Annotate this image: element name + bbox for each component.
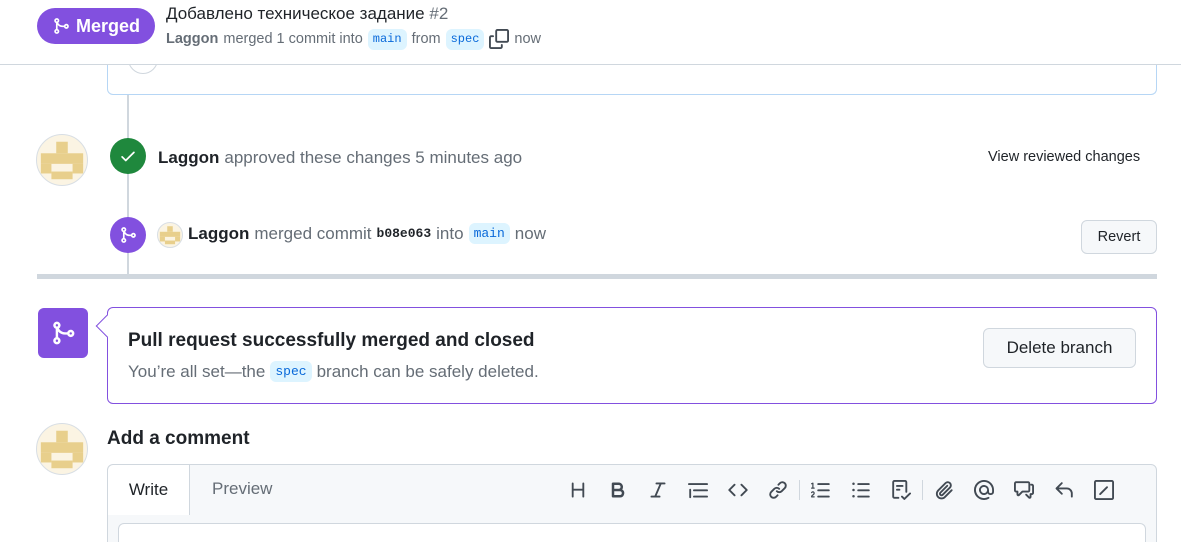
heading-icon[interactable] bbox=[558, 477, 598, 503]
italic-icon[interactable] bbox=[638, 477, 678, 503]
comment-textarea[interactable] bbox=[118, 523, 1146, 542]
merged-event-icon bbox=[110, 217, 146, 253]
tab-preview[interactable]: Preview bbox=[212, 479, 272, 499]
merge-desc-branch[interactable]: spec bbox=[270, 361, 312, 382]
revert-button[interactable]: Revert bbox=[1081, 220, 1157, 254]
quote-icon[interactable] bbox=[678, 477, 718, 503]
commit-sha[interactable]: b08e063 bbox=[377, 226, 432, 241]
merged-commit-text: merged commit bbox=[254, 223, 372, 243]
header-time: now bbox=[514, 31, 542, 47]
merge-status-title: Pull request successfully merged and clo… bbox=[128, 330, 535, 351]
avatar[interactable] bbox=[36, 423, 88, 475]
avatar[interactable] bbox=[157, 222, 183, 248]
base-branch[interactable]: main bbox=[367, 28, 407, 50]
merged-text: merged 1 commit into bbox=[223, 31, 363, 47]
merged-author[interactable]: Laggon bbox=[188, 224, 249, 244]
merge-status-description: You’re all set—the spec branch can be sa… bbox=[128, 361, 539, 382]
task-list-icon[interactable] bbox=[881, 477, 921, 503]
git-merge-icon bbox=[54, 18, 69, 34]
merged-event: Laggon merged commit b08e063 into main n… bbox=[188, 223, 546, 244]
merge-desc-before: You’re all set—the bbox=[128, 361, 266, 381]
tab-write[interactable]: Write bbox=[108, 465, 190, 515]
merged-time: now bbox=[514, 223, 546, 243]
code-icon[interactable] bbox=[718, 477, 758, 503]
pr-title-text: Добавлено техническое задание bbox=[166, 4, 425, 23]
pr-number: #2 bbox=[429, 4, 449, 23]
git-merge-icon bbox=[53, 321, 75, 345]
copy-icon[interactable] bbox=[489, 29, 510, 49]
bold-icon[interactable] bbox=[598, 477, 638, 503]
attach-icon[interactable] bbox=[924, 477, 964, 503]
merged-branch[interactable]: main bbox=[468, 223, 510, 244]
add-comment-heading: Add a comment bbox=[107, 428, 250, 449]
ordered-list-icon[interactable] bbox=[801, 477, 841, 503]
reply-icon[interactable] bbox=[1044, 477, 1084, 503]
approved-author[interactable]: Laggon bbox=[158, 148, 219, 168]
from-text: from bbox=[411, 31, 441, 47]
avatar[interactable] bbox=[36, 134, 88, 186]
merge-status-icon bbox=[38, 308, 88, 358]
sticky-header: Merged Добавлено техническое задание #2 … bbox=[0, 0, 1181, 65]
approved-check-icon bbox=[110, 138, 146, 174]
pr-subtitle: Laggon merged 1 commit into main from sp… bbox=[166, 28, 541, 50]
toolbar-separator bbox=[799, 480, 800, 500]
view-reviewed-changes-link[interactable]: View reviewed changes bbox=[988, 149, 1140, 165]
merged-state-badge: Merged bbox=[37, 8, 155, 44]
delete-branch-button[interactable]: Delete branch bbox=[983, 328, 1136, 368]
unordered-list-icon[interactable] bbox=[841, 477, 881, 503]
markdown-toolbar bbox=[558, 477, 1124, 503]
pr-title: Добавлено техническое задание #2 bbox=[166, 4, 448, 24]
head-branch[interactable]: spec bbox=[445, 28, 485, 50]
cross-reference-icon[interactable] bbox=[1004, 477, 1044, 503]
comment-editor: Write Preview bbox=[107, 464, 1157, 542]
toolbar-separator bbox=[922, 480, 923, 500]
timeline-divider bbox=[37, 274, 1157, 279]
slash-commands-icon[interactable] bbox=[1084, 477, 1124, 503]
approved-event: Laggon approved these changes 5 minutes … bbox=[158, 148, 522, 168]
link-icon[interactable] bbox=[758, 477, 798, 503]
pr-author[interactable]: Laggon bbox=[166, 31, 218, 47]
state-label: Merged bbox=[75, 15, 140, 36]
into-text: into bbox=[436, 223, 464, 243]
mention-icon[interactable] bbox=[964, 477, 1004, 503]
merge-desc-after: branch can be safely deleted. bbox=[316, 361, 539, 381]
approved-text: approved these changes 5 minutes ago bbox=[224, 148, 523, 167]
